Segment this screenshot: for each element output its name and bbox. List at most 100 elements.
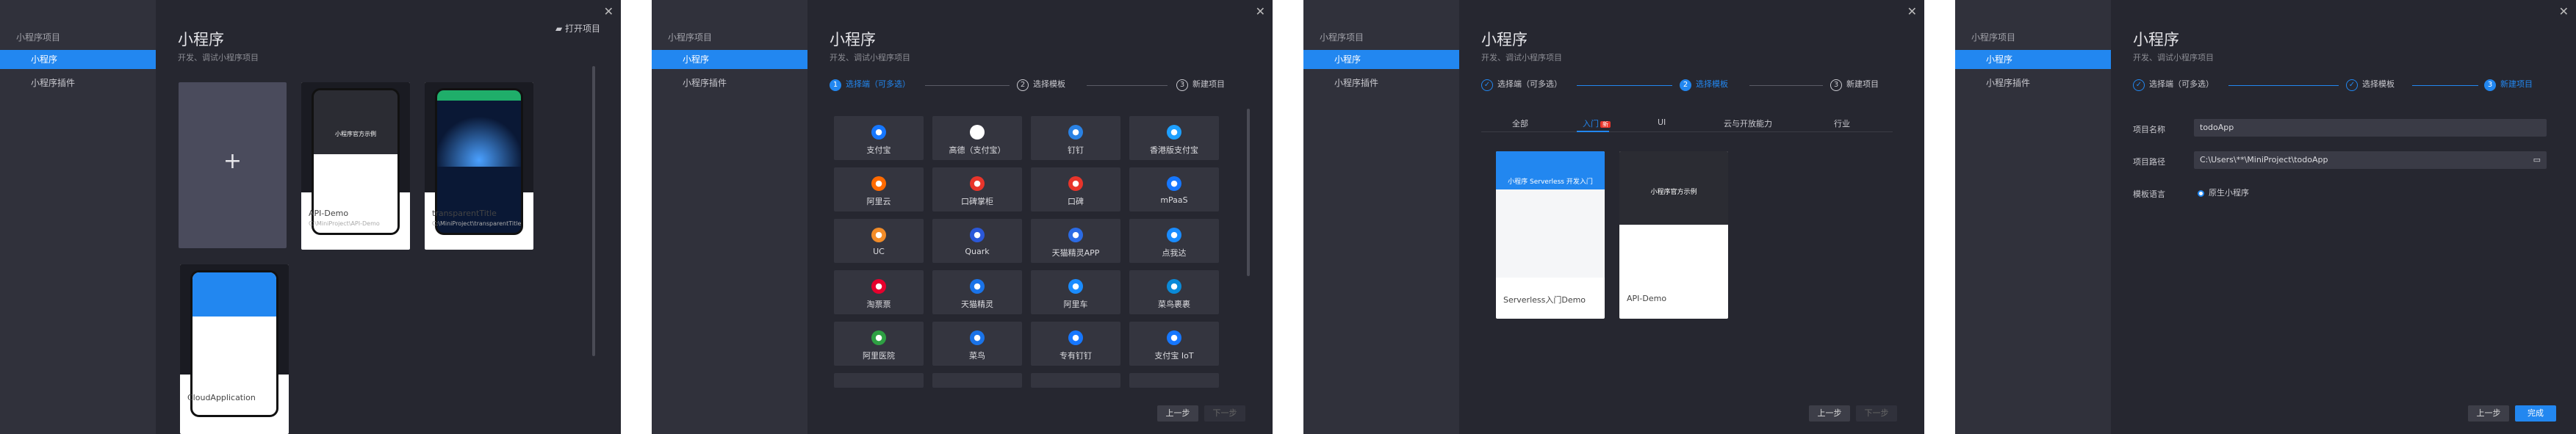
template-card-serverless[interactable]: 小程序 Serverless 开发入门 Serverless入门Demo [1496, 151, 1605, 319]
platform-option[interactable] [932, 373, 1022, 388]
sidebar-item-plugin[interactable]: 小程序插件 [652, 73, 807, 93]
tab-cloud[interactable]: 云与开放能力 [1724, 117, 1772, 129]
template-card-api-demo[interactable]: 小程序官方示例 API-Demo [1619, 151, 1728, 319]
platform-label: mPaaS [1160, 195, 1188, 205]
card-name: transparentTitle [432, 209, 497, 218]
close-icon[interactable]: ✕ [2559, 4, 2569, 18]
platform-icon: ● [1167, 330, 1181, 345]
tab-ui[interactable]: UI [1658, 117, 1666, 127]
platform-option[interactable]: ● 阿里云 [834, 167, 924, 211]
platform-option[interactable] [1031, 373, 1120, 388]
step-indicator: 1 选择端（可多选） 2 选择模板 3 新建项目 [830, 78, 1241, 95]
sidebar-group-title: 小程序项目 [16, 32, 61, 43]
platform-option[interactable]: ● 口碑掌柜 [932, 167, 1022, 211]
platform-option[interactable]: ● 菜鸟裹裹 [1129, 270, 1219, 314]
card-name: CloudApplication [187, 393, 256, 402]
new-badge: 新 [1600, 121, 1611, 128]
close-icon[interactable]: ✕ [1907, 4, 1917, 18]
native-miniapp-radio[interactable]: 原生小程序 [2198, 187, 2249, 198]
platform-option[interactable] [834, 373, 924, 388]
sidebar: 小程序项目 小程序 小程序插件 [1955, 0, 2111, 434]
recent-project-card[interactable]: 小程序官方示例 API-Demo C:\MiniProject\API-Demo [301, 82, 410, 250]
platform-option[interactable]: ● 菜鸟 [932, 322, 1022, 366]
platform-option[interactable]: ● 阿里车 [1031, 270, 1120, 314]
platform-label: 天猫精灵 [961, 300, 993, 309]
sidebar-item-miniapp[interactable]: 小程序 [0, 50, 156, 69]
platform-label: 专有钉钉 [1059, 351, 1092, 361]
platform-label: 阿里医院 [863, 351, 895, 361]
platform-icon: ● [1068, 125, 1083, 140]
scrollbar[interactable] [1247, 109, 1250, 276]
template-tabs: 全部 入门新 UI 云与开放能力 行业 [1481, 115, 1893, 132]
platform-option[interactable]: ● 口碑 [1031, 167, 1120, 211]
platform-option[interactable]: ● 天猫精灵APP [1031, 219, 1120, 263]
sidebar-item-miniapp[interactable]: 小程序 [1955, 50, 2111, 69]
page-title: 小程序 [1481, 31, 1528, 48]
platform-label: 高德（支付宝） [949, 145, 1006, 155]
tab-industry[interactable]: 行业 [1834, 117, 1850, 129]
platform-option[interactable]: ● 专有钉钉 [1031, 322, 1120, 366]
sidebar-item-miniapp[interactable]: 小程序 [652, 50, 807, 69]
sidebar-group-title: 小程序项目 [668, 32, 713, 43]
recent-project-card[interactable]: CloudApplication [180, 264, 289, 434]
close-icon[interactable]: ✕ [1256, 4, 1265, 18]
sidebar: 小程序项目 小程序 小程序插件 [1303, 0, 1459, 434]
recent-project-card[interactable]: transparentTitle C:\MiniProject\transpar… [425, 82, 533, 250]
sidebar-group-title: 小程序项目 [1971, 32, 2016, 43]
platform-label: 阿里车 [1063, 300, 1088, 309]
card-name: API-Demo [309, 209, 349, 218]
platform-option[interactable]: ● Quark [932, 219, 1022, 263]
platform-option[interactable]: ● 阿里医院 [834, 322, 924, 366]
platform-icon: ● [1068, 176, 1083, 191]
platform-label: UC [873, 247, 885, 256]
platform-option[interactable] [1129, 373, 1219, 388]
platform-label: 点我达 [1162, 248, 1187, 258]
prev-button[interactable]: 上一步 [1157, 405, 1198, 422]
platform-option[interactable]: ● 点我达 [1129, 219, 1219, 263]
scrollbar[interactable] [592, 66, 595, 356]
open-project-button[interactable]: ▰ 打开项目 [555, 22, 600, 35]
tab-intro[interactable]: 入门新 [1583, 117, 1611, 129]
finish-button[interactable]: 完成 [2515, 405, 2556, 422]
step-3: 3 新建项目 [1830, 78, 1879, 91]
platform-option[interactable]: ● 钉钉 [1031, 116, 1120, 160]
platform-option[interactable]: ● 支付宝 IoT [1129, 322, 1219, 366]
platform-icon: ● [1167, 228, 1181, 242]
platform-option[interactable]: ● 高德（支付宝） [932, 116, 1022, 160]
platform-icon: ● [970, 176, 985, 191]
sidebar-item-plugin[interactable]: 小程序插件 [1303, 73, 1459, 93]
platform-label: 香港版支付宝 [1150, 145, 1198, 155]
new-project-tile[interactable]: + [179, 82, 287, 248]
platform-label: 支付宝 [866, 145, 891, 155]
platform-option[interactable]: ● UC [834, 219, 924, 263]
platform-icon: ● [1167, 176, 1181, 191]
folder-icon[interactable]: ▭ [2533, 151, 2541, 169]
prev-button[interactable]: 上一步 [1809, 405, 1850, 422]
sidebar: 小程序项目 小程序 小程序插件 [0, 0, 156, 434]
platform-option[interactable]: ● 天猫精灵 [932, 270, 1022, 314]
template-language-label: 模板语言 [2133, 189, 2165, 199]
platform-label: 天猫精灵APP [1051, 248, 1100, 258]
next-button[interactable]: 下一步 [1856, 405, 1897, 422]
prev-button[interactable]: 上一步 [2468, 405, 2509, 422]
platform-icon: ● [970, 228, 985, 242]
sidebar-item-plugin[interactable]: 小程序插件 [0, 73, 156, 93]
tab-all[interactable]: 全部 [1512, 117, 1528, 129]
platform-label: 口碑 [1068, 197, 1084, 206]
platform-option[interactable]: ● mPaaS [1129, 167, 1219, 211]
project-name-input[interactable]: todoApp [2194, 119, 2547, 137]
platform-option[interactable]: ● 淘票票 [834, 270, 924, 314]
platform-icon: ● [1068, 228, 1083, 242]
check-icon: ✓ [2133, 79, 2145, 91]
step-2: 2 选择模板 [1017, 78, 1065, 91]
close-icon[interactable]: ✕ [604, 4, 614, 18]
sidebar-group-title: 小程序项目 [1320, 32, 1364, 43]
next-button[interactable]: 下一步 [1204, 405, 1245, 422]
platform-option[interactable]: ● 香港版支付宝 [1129, 116, 1219, 160]
sidebar-item-plugin[interactable]: 小程序插件 [1955, 73, 2111, 93]
platform-option[interactable]: ● 支付宝 [834, 116, 924, 160]
sidebar-item-miniapp[interactable]: 小程序 [1303, 50, 1459, 69]
project-path-label: 项目路径 [2133, 157, 2165, 167]
page-subtitle: 开发、调试小程序项目 [2133, 53, 2214, 62]
project-path-input[interactable]: C:\Users\**\MiniProject\todoApp ▭ [2194, 151, 2547, 169]
